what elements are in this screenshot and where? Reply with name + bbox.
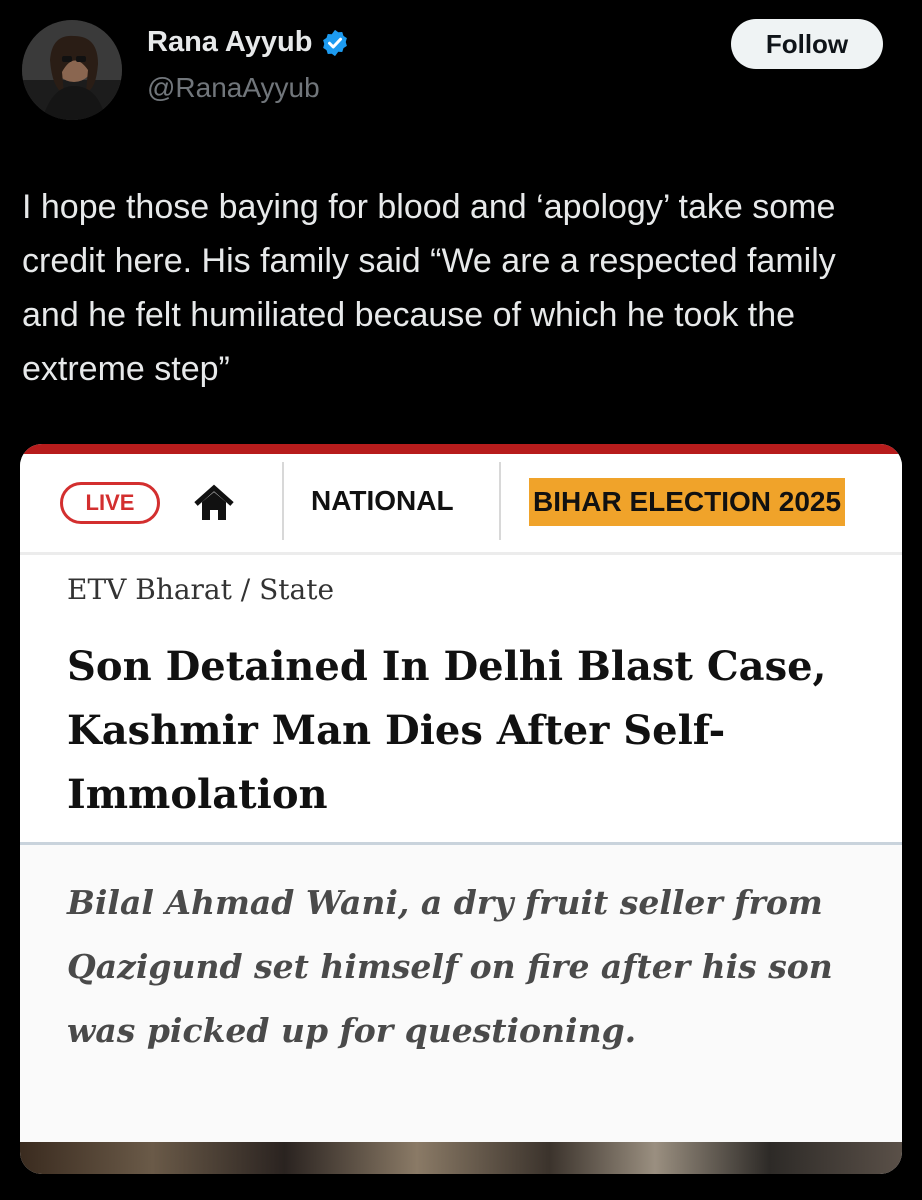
media-top-bar xyxy=(20,444,902,454)
news-nav-bar: LIVE NATIONAL BIHAR ELECTION 2025 xyxy=(20,454,902,554)
article-headline: Son Detained In Delhi Blast Case, Kashmi… xyxy=(67,643,827,818)
article-summary: Bilal Ahmad Wani, a dry fruit seller fro… xyxy=(67,883,833,1050)
avatar[interactable] xyxy=(22,20,122,120)
summary-area: Bilal Ahmad Wani, a dry fruit seller fro… xyxy=(20,845,902,1145)
media-attachment[interactable]: LIVE NATIONAL BIHAR ELECTION 2025 ETV Bh… xyxy=(20,444,902,1174)
nav-divider xyxy=(499,462,501,540)
live-badge: LIVE xyxy=(60,482,160,524)
tweet-text: I hope those baying for blood and ‘apolo… xyxy=(22,188,836,388)
breadcrumb: ETV Bharat / State xyxy=(67,573,335,606)
home-icon xyxy=(192,482,236,526)
author-name-row[interactable]: Rana Ayyub xyxy=(147,26,350,59)
verified-badge-icon xyxy=(320,28,350,58)
author-handle[interactable]: @RanaAyyub xyxy=(147,72,320,104)
follow-button[interactable]: Follow xyxy=(731,19,883,69)
nav-bihar-election: BIHAR ELECTION 2025 xyxy=(529,478,846,526)
article-photo xyxy=(20,1142,902,1174)
article-header: ETV Bharat / State Son Detained In Delhi… xyxy=(20,555,902,818)
nav-national: NATIONAL xyxy=(311,485,454,516)
author-name[interactable]: Rana Ayyub xyxy=(147,26,312,59)
nav-divider xyxy=(282,462,284,540)
